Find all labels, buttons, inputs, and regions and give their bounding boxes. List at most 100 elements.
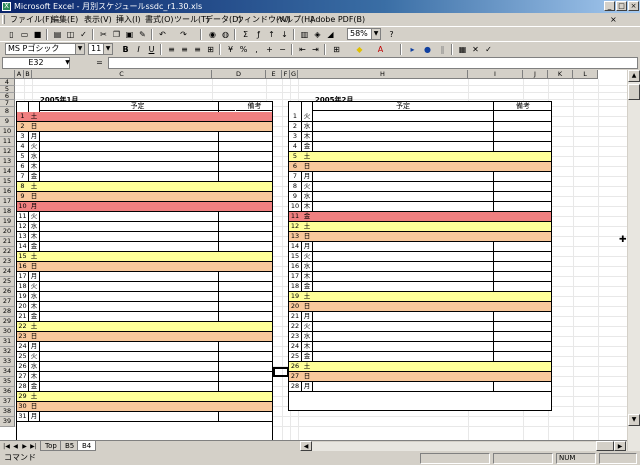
calendar-row[interactable]: 2水 — [289, 122, 551, 132]
calendar-row[interactable]: 15 土 — [17, 252, 272, 262]
calendar-row[interactable]: 17 月 — [17, 272, 272, 282]
open-icon[interactable]: ▭ — [19, 29, 30, 40]
paste-icon[interactable]: ▣ — [124, 29, 135, 40]
font-name-select[interactable]: MS Pゴシック ▼ — [5, 43, 85, 55]
column-header[interactable]: G — [290, 70, 298, 79]
hyperlink-icon[interactable]: ◉ — [207, 29, 218, 40]
scroll-up-icon[interactable]: ▲ — [628, 70, 640, 82]
sheet-tab-top[interactable]: Top — [40, 441, 62, 451]
calendar-row[interactable]: 29 土 — [17, 392, 272, 402]
row-header[interactable]: 31 — [0, 337, 15, 347]
copy-icon[interactable]: ❐ — [111, 29, 122, 40]
row-header[interactable]: 27 — [0, 297, 15, 307]
column-header[interactable]: E — [266, 70, 282, 79]
row-header[interactable]: 19 — [0, 217, 15, 227]
calendar-row[interactable]: 8火 — [289, 182, 551, 192]
row-header[interactable]: 23 — [0, 257, 15, 267]
row-header[interactable]: 10 — [0, 127, 15, 137]
print-icon[interactable]: ▤ — [52, 29, 63, 40]
merge-center-icon[interactable]: ⊞ — [205, 44, 216, 55]
calendar-row[interactable]: 21 月 — [289, 312, 551, 322]
chevron-down-icon[interactable]: ▼ — [103, 44, 112, 54]
column-header[interactable]: C — [32, 70, 212, 79]
excel-app-icon[interactable]: X — [2, 2, 11, 11]
calendar-row[interactable]: 6木 — [17, 162, 272, 172]
row-header[interactable]: 29 — [0, 317, 15, 327]
bold-button[interactable]: B — [120, 44, 131, 55]
scroll-down-icon[interactable]: ▼ — [628, 414, 640, 426]
calendar-row[interactable]: 23 日 — [17, 332, 272, 342]
row-header[interactable]: 39 — [0, 417, 15, 427]
format-painter-icon[interactable]: ✎ — [137, 29, 148, 40]
calendar-row[interactable]: 25 金 — [289, 352, 551, 362]
row-header[interactable]: 20 — [0, 227, 15, 237]
menu-insert[interactable]: 挿入(I) — [116, 14, 141, 25]
row-header[interactable]: 34 — [0, 367, 15, 377]
visual-basic-icon[interactable]: ▦ — [457, 44, 468, 55]
row-header[interactable]: 38 — [0, 407, 15, 417]
row-header[interactable]: 17 — [0, 197, 15, 207]
font-size-select[interactable]: 11 ▼ — [88, 43, 113, 55]
row-header[interactable]: 35 — [0, 377, 15, 387]
calendar-row[interactable]: 4火 — [17, 142, 272, 152]
calendar-row[interactable]: 1土 — [17, 112, 272, 122]
pause-icon[interactable]: ‖ — [437, 44, 448, 55]
web-icon[interactable]: ◍ — [220, 29, 231, 40]
increase-decimal-icon[interactable]: + — [264, 44, 275, 55]
row-header[interactable]: 26 — [0, 287, 15, 297]
calendar-row[interactable]: 24 月 — [17, 342, 272, 352]
calendar-row[interactable]: 13 木 — [17, 232, 272, 242]
decrease-indent-icon[interactable]: ⇤ — [297, 44, 308, 55]
macro-run-icon[interactable]: ▸ — [407, 44, 418, 55]
calendar-row[interactable]: 15 火 — [289, 252, 551, 262]
menu-adobe-pdf[interactable]: Adobe PDF(B) — [310, 14, 365, 25]
calendar-row[interactable]: 16 水 — [289, 262, 551, 272]
column-header[interactable]: I — [468, 70, 523, 79]
row-header[interactable]: 25 — [0, 277, 15, 287]
row-header[interactable]: 11 — [0, 137, 15, 147]
function-icon[interactable]: ƒ — [253, 29, 264, 40]
calendar-row[interactable]: 6日 — [289, 162, 551, 172]
chart-wizard-icon[interactable]: ▥ — [299, 29, 310, 40]
formula-equals-icon[interactable]: = — [94, 57, 105, 68]
calendar-row[interactable]: 10 木 — [289, 202, 551, 212]
calendar-row[interactable]: 25 火 — [17, 352, 272, 362]
autosum-icon[interactable]: Σ — [240, 29, 251, 40]
percent-icon[interactable]: % — [238, 44, 249, 55]
menu-tools[interactable]: ツール(T) — [174, 14, 209, 25]
row-header[interactable]: 12 — [0, 147, 15, 157]
calendar-row[interactable]: 19 水 — [17, 292, 272, 302]
column-header[interactable]: F — [282, 70, 290, 79]
calendar-row[interactable]: 12 水 — [17, 222, 272, 232]
calendar-row[interactable]: 3木 — [289, 132, 551, 142]
calendar-row[interactable]: 12 土 — [289, 222, 551, 232]
redo-icon[interactable]: ↷ — [178, 29, 189, 40]
column-header[interactable]: H — [298, 70, 468, 79]
calendar-row[interactable]: 4金 — [289, 142, 551, 152]
calendar-row[interactable]: 8土 — [17, 182, 272, 192]
calendar-row[interactable]: 9水 — [289, 192, 551, 202]
calendar-row[interactable]: 3月 — [17, 132, 272, 142]
calendar-row[interactable]: 2日 — [17, 122, 272, 132]
calendar-row[interactable]: 18 金 — [289, 282, 551, 292]
column-header[interactable]: B — [24, 70, 32, 79]
design-mode-icon[interactable]: ✓ — [483, 44, 494, 55]
row-header[interactable]: 37 — [0, 397, 15, 407]
font-color-icon[interactable]: A — [375, 44, 386, 55]
align-center-icon[interactable]: ≡ — [179, 44, 190, 55]
calendar-row[interactable]: 14 月 — [289, 242, 551, 252]
worksheet-grid[interactable]: ABCDEFGHIJKL 4 5 6 7 8 9 10 11 12 13 14 15 16 17 18 19 2… — [0, 70, 640, 440]
calendar-row[interactable]: 26 水 — [17, 362, 272, 372]
save-icon[interactable]: ■ — [32, 29, 43, 40]
scroll-thumb[interactable] — [628, 84, 640, 100]
calendar-row[interactable]: 20 木 — [17, 302, 272, 312]
row-header[interactable]: 14 — [0, 167, 15, 177]
calendar-row[interactable]: 14 金 — [17, 242, 272, 252]
row-header[interactable]: 18 — [0, 207, 15, 217]
calendar-row[interactable]: 27 日 — [289, 372, 551, 382]
help-icon[interactable]: ? — [386, 29, 397, 40]
row-header[interactable]: 7 — [0, 100, 15, 107]
document-close-icon[interactable]: × — [610, 14, 617, 25]
calendar-row[interactable]: 5土 — [289, 152, 551, 162]
calendar-row[interactable]: 7金 — [17, 172, 272, 182]
